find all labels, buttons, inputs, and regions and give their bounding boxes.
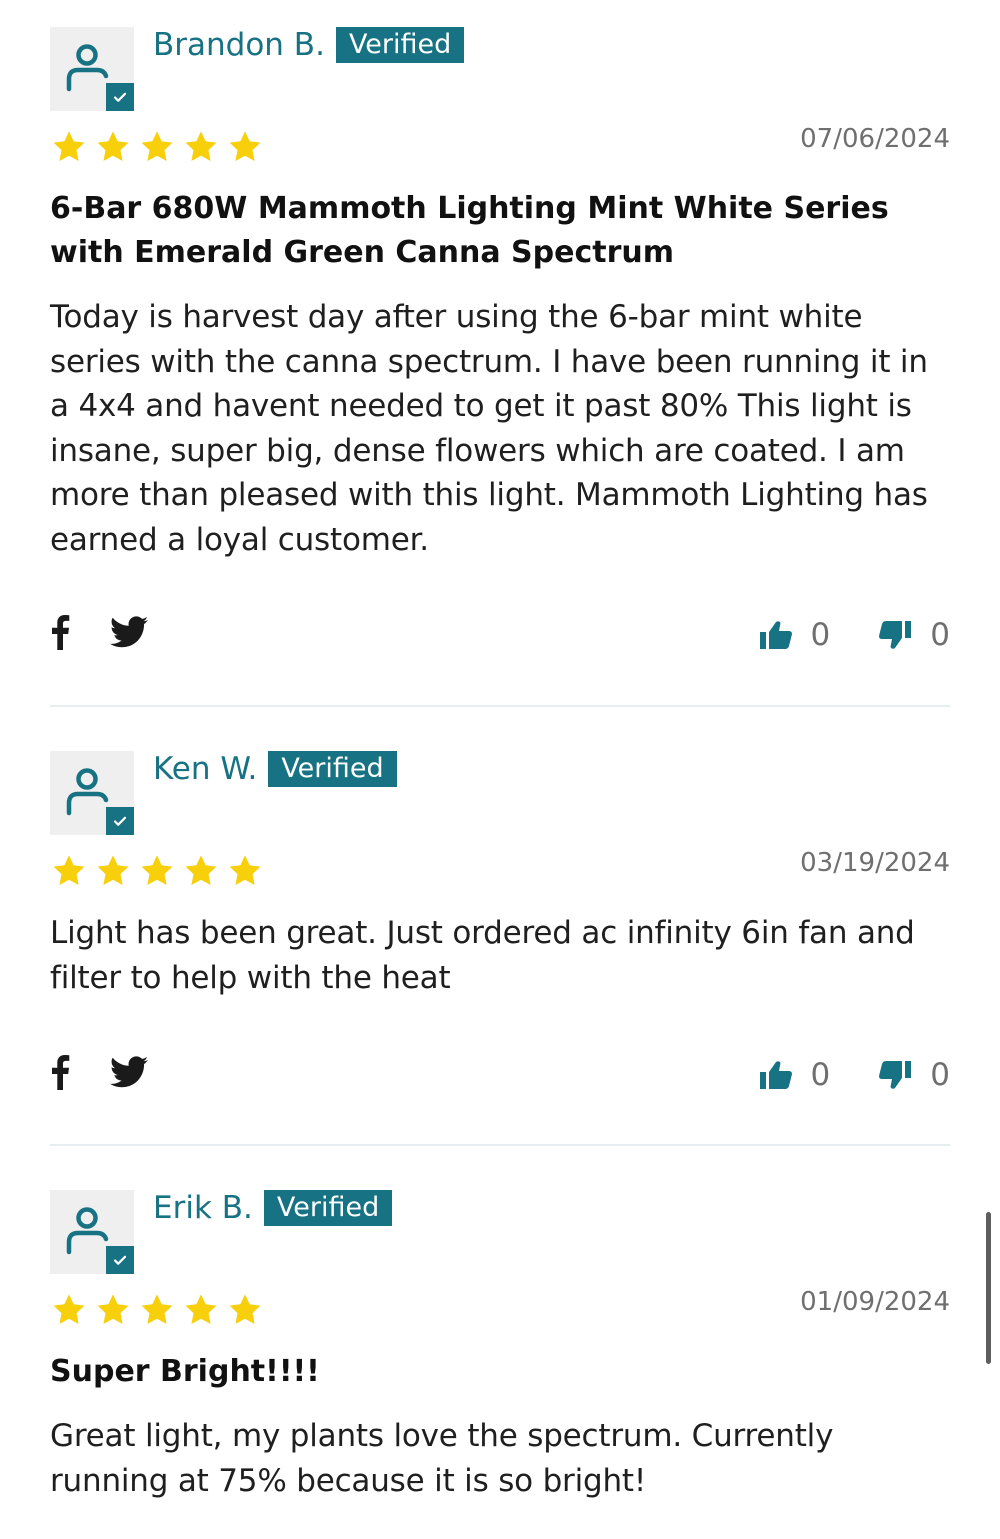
review-divider <box>50 1144 950 1146</box>
review-date: 01/09/2024 <box>800 1287 950 1317</box>
thumbs-down-button[interactable]: 0 <box>878 1057 950 1093</box>
star-rating <box>50 129 264 165</box>
review-body: Light has been great. Just ordered ac in… <box>50 915 915 996</box>
star-icon <box>50 853 88 889</box>
user-icon <box>66 767 110 817</box>
review-date: 07/06/2024 <box>800 124 950 154</box>
review-date: 03/19/2024 <box>800 848 950 878</box>
scrollbar-thumb[interactable] <box>986 1212 991 1364</box>
review-title: 6-Bar 680W Mammoth Lighting Mint White S… <box>50 191 889 270</box>
review-body: Today is harvest day after using the 6-b… <box>50 299 928 558</box>
thumbs-up-icon <box>759 620 793 650</box>
author-name: Brandon B. <box>153 27 325 63</box>
thumbs-up-button[interactable]: 0 <box>759 1057 831 1093</box>
star-icon <box>226 129 264 165</box>
star-rating <box>50 1292 264 1328</box>
review-body: Great light, my plants love the spectrum… <box>50 1418 834 1499</box>
author-name: Ken W. <box>153 751 258 787</box>
star-icon <box>94 129 132 165</box>
thumbs-down-button[interactable]: 0 <box>878 617 950 653</box>
twitter-share-button[interactable] <box>110 1056 148 1088</box>
thumbs-down-count: 0 <box>930 1057 950 1093</box>
star-icon <box>182 129 220 165</box>
star-icon <box>138 129 176 165</box>
avatar <box>50 27 134 111</box>
facebook-icon <box>50 1054 70 1090</box>
thumbs-down-icon <box>878 620 912 650</box>
avatar <box>50 751 134 835</box>
share-links <box>50 1054 148 1090</box>
author-row: Ken W. Verified <box>153 751 397 787</box>
verified-badge: Verified <box>268 751 397 787</box>
star-icon <box>50 129 88 165</box>
thumbs-up-icon <box>759 1060 793 1090</box>
user-icon <box>66 43 110 93</box>
star-icon <box>138 853 176 889</box>
star-icon <box>226 1292 264 1328</box>
author-row: Brandon B. Verified <box>153 27 465 63</box>
share-links <box>50 614 148 650</box>
review-title: Super Bright!!!! <box>50 1354 320 1389</box>
verified-check-icon <box>106 807 134 835</box>
facebook-share-button[interactable] <box>50 1054 70 1090</box>
thumbs-down-icon <box>878 1060 912 1090</box>
author-row: Erik B. Verified <box>153 1190 393 1226</box>
verified-check-icon <box>106 83 134 111</box>
verified-badge: Verified <box>335 27 465 63</box>
author-name: Erik B. <box>153 1190 253 1226</box>
verified-check-icon <box>106 1246 134 1274</box>
star-icon <box>182 1292 220 1328</box>
star-icon <box>50 1292 88 1328</box>
star-rating <box>50 853 264 889</box>
review-item: Erik B. Verified 01/09/2024 Super Bright… <box>50 1190 950 1539</box>
twitter-share-button[interactable] <box>110 616 148 648</box>
verified-badge: Verified <box>263 1190 393 1226</box>
star-icon <box>182 853 220 889</box>
facebook-icon <box>50 614 70 650</box>
thumbs-up-button[interactable]: 0 <box>759 617 831 653</box>
avatar <box>50 1190 134 1274</box>
facebook-share-button[interactable] <box>50 614 70 650</box>
twitter-icon <box>110 1056 148 1088</box>
star-icon <box>138 1292 176 1328</box>
star-icon <box>94 853 132 889</box>
user-icon <box>66 1206 110 1256</box>
helpful-votes: 0 0 <box>759 617 950 653</box>
star-icon <box>226 853 264 889</box>
review-item: Ken W. Verified 03/19/2024 Light has bee… <box>50 751 950 1101</box>
thumbs-up-count: 0 <box>810 1057 831 1093</box>
review-divider <box>50 705 950 707</box>
thumbs-down-count: 0 <box>930 617 950 653</box>
star-icon <box>94 1292 132 1328</box>
review-item: Brandon B. Verified 07/06/2024 6-Bar 680… <box>50 27 950 677</box>
helpful-votes: 0 0 <box>759 1057 950 1093</box>
twitter-icon <box>110 616 148 648</box>
thumbs-up-count: 0 <box>810 617 831 653</box>
